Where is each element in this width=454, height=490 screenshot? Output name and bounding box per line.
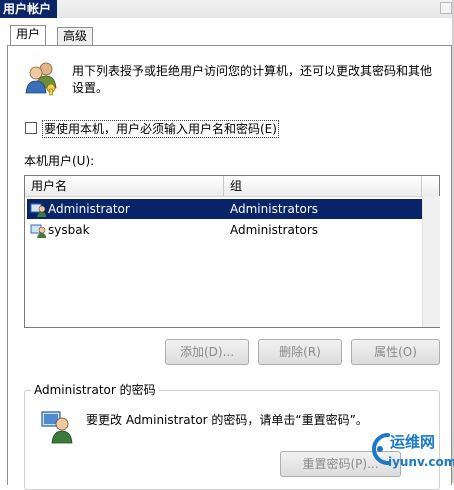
user-password-icon (41, 411, 73, 444)
column-username[interactable]: 用户名 (25, 176, 224, 196)
watermark-brand: 运维网 (390, 433, 436, 451)
window-title: 用户帐户 (0, 0, 58, 18)
tab-advanced-label: 高级 (63, 29, 88, 43)
user-icon (30, 224, 46, 238)
list-header: 用户名 组 (25, 176, 439, 197)
watermark-url: iyunv.com (388, 455, 454, 469)
require-password-label[interactable]: 要使用本机，用户必须输入用户名和密码(E) (42, 120, 279, 138)
user-group: Administrators (230, 202, 319, 216)
users-list-label: 本机用户(U): (24, 154, 95, 168)
column-group[interactable]: 组 (224, 176, 422, 196)
user-name: sysbak (48, 223, 90, 237)
tab-users[interactable]: 用户 (10, 25, 47, 46)
user-name: Administrator (48, 202, 130, 216)
user-group: Administrators (230, 223, 319, 237)
user-icon (30, 203, 46, 217)
password-group-title: Administrator 的密码 (31, 383, 159, 397)
users-list[interactable]: 用户名 组 Administrator Administrators sysba… (24, 175, 440, 328)
add-button[interactable]: 添加(D)... (165, 339, 249, 365)
list-scrollbar[interactable] (422, 196, 440, 327)
close-button[interactable] (440, 2, 452, 14)
users-icon (25, 62, 57, 96)
remove-button[interactable]: 删除(R) (258, 339, 342, 365)
tab-users-label: 用户 (16, 27, 41, 41)
intro-text: 用下列表授予或拒绝用户访问您的计算机，还可以更改其密码和其他设置。 (72, 64, 433, 95)
watermark: 运维网 iyunv.com (366, 427, 454, 477)
tab-advanced[interactable]: 高级 (57, 27, 94, 45)
require-password-checkbox[interactable] (25, 122, 37, 134)
table-row[interactable]: Administrator Administrators (27, 199, 422, 219)
title-bar: 用户帐户 (0, 0, 454, 18)
password-instruction: 要更改 Administrator 的密码，请单击“重置密码”。 (86, 413, 368, 427)
table-row[interactable]: sysbak Administrators (27, 220, 422, 240)
properties-button[interactable]: 属性(O) (351, 339, 440, 365)
